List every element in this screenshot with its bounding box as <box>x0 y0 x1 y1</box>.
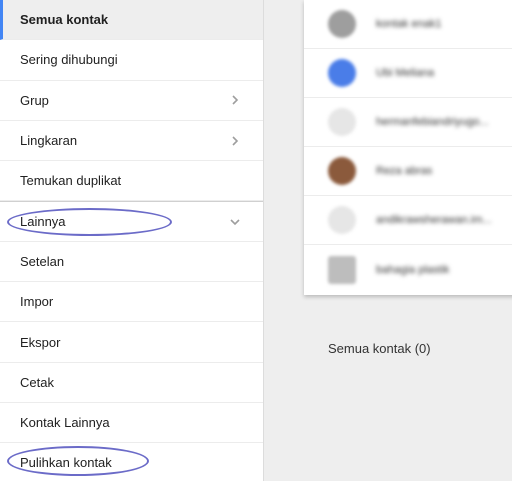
sidebar-item-lingkaran[interactable]: Lingkaran <box>0 121 263 162</box>
avatar <box>328 255 356 284</box>
sidebar-item-setelan[interactable]: Setelan <box>0 242 263 283</box>
sidebar-item-label: Lingkaran <box>20 133 78 149</box>
sidebar-item-label: Grup <box>20 92 49 108</box>
contact-row[interactable]: Reza abras <box>304 147 512 196</box>
sidebar-item-label: Ekspor <box>20 334 61 350</box>
sidebar-item-impor[interactable]: Impor <box>0 282 263 323</box>
contact-name: kontak enak1 <box>376 18 442 30</box>
sidebar-item-cetak[interactable]: Cetak <box>0 363 263 403</box>
avatar <box>328 10 356 38</box>
sidebar-item-sering-dihubungi[interactable]: Sering dihubungi <box>0 40 263 81</box>
sidebar-item-label: Kontak Lainnya <box>20 415 110 431</box>
contact-name: hermanfebiandriyugo... <box>376 116 489 128</box>
sidebar-item-pulihkan-kontak[interactable]: Pulihkan kontak <box>0 443 263 481</box>
contact-name: bahagia plastik <box>376 263 450 276</box>
sidebar-item-label: Temukan duplikat <box>20 173 122 189</box>
sidebar-item-grup[interactable]: Grup <box>0 81 263 121</box>
contact-row[interactable]: andikrawsherawan.im... <box>304 196 512 245</box>
contact-row[interactable]: kontak enak1 <box>304 0 512 49</box>
sidebar-item-temukan-duplikat[interactable]: Temukan duplikat <box>0 161 263 202</box>
sidebar-item-label: Setelan <box>20 253 65 269</box>
sidebar-item-label: Sering dihubungi <box>20 52 118 68</box>
sidebar-item-label: Cetak <box>20 374 54 390</box>
sidebar: Semua kontak Sering dihubungi Grup Lingk… <box>0 0 264 481</box>
chevron-right-icon <box>229 94 241 106</box>
sidebar-item-lainnya[interactable]: Lainnya <box>0 201 263 242</box>
contact-name: Reza abras <box>376 165 433 177</box>
avatar <box>328 206 356 234</box>
contact-row[interactable]: bahagia plastik <box>304 245 512 294</box>
avatar <box>328 108 356 136</box>
sidebar-item-semua-kontak[interactable]: Semua kontak <box>0 0 263 41</box>
sidebar-item-label: Lainnya <box>20 214 66 230</box>
avatar <box>328 157 356 185</box>
sidebar-item-label: Semua kontak <box>20 12 109 28</box>
contact-name: Ubi Meliana <box>376 67 435 79</box>
main-content: kontak enak1 Ubi Meliana hermanfebiandri… <box>264 0 512 481</box>
contact-row[interactable]: hermanfebiandriyugo... <box>304 98 512 147</box>
avatar <box>328 59 356 87</box>
contacts-page: Semua kontak Sering dihubungi Grup Lingk… <box>0 0 512 481</box>
sidebar-item-label: Pulihkan kontak <box>20 455 112 471</box>
sidebar-item-label: Impor <box>20 294 54 310</box>
contact-count-label: Semua kontak (0) <box>328 341 431 356</box>
sidebar-item-ekspor[interactable]: Ekspor <box>0 322 263 363</box>
contact-list-card: kontak enak1 Ubi Meliana hermanfebiandri… <box>304 0 512 295</box>
contact-row[interactable]: Ubi Meliana <box>304 49 512 98</box>
contact-name: andikrawsherawan.im... <box>376 214 492 226</box>
chevron-right-icon <box>229 135 241 147</box>
chevron-down-icon <box>229 216 241 228</box>
sidebar-item-kontak-lainnya[interactable]: Kontak Lainnya <box>0 403 263 444</box>
